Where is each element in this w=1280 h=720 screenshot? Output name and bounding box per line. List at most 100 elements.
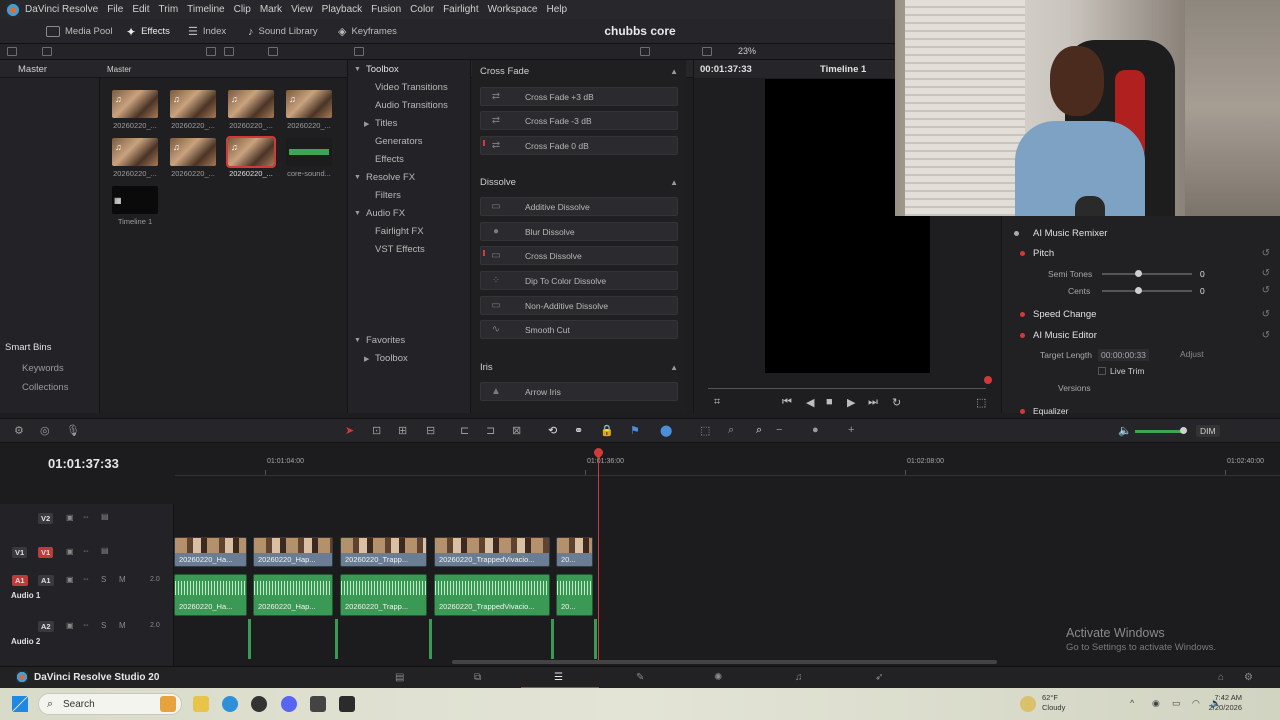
cents-knob[interactable]: [1135, 287, 1142, 294]
auto-select-icon[interactable]: ⇔: [82, 620, 90, 629]
video-clip[interactable]: 20...: [556, 537, 593, 567]
zoom-minus-icon[interactable]: −: [776, 424, 782, 436]
audio-clip[interactable]: 20260220_TrappedVivacio...: [434, 574, 550, 616]
tree-fav-toolbox[interactable]: Toolbox: [375, 353, 408, 364]
timeline-timecode[interactable]: 01:01:37:33: [48, 456, 119, 471]
lock-icon[interactable]: ▣: [66, 621, 74, 630]
tree-audio-transitions[interactable]: Audio Transitions: [375, 100, 448, 111]
settings-icon[interactable]: ⚙: [1244, 672, 1253, 683]
video-clip[interactable]: 20260220_TrappedVivacio...: [434, 537, 550, 567]
marker-icon[interactable]: ⬤: [660, 424, 672, 437]
video-clip[interactable]: 20260220_Hap...: [253, 537, 333, 567]
menu-view[interactable]: View: [291, 4, 313, 15]
link-icon[interactable]: ⚭: [574, 424, 583, 437]
media-clip-audio[interactable]: core-sound...: [285, 138, 333, 178]
deliver-page-icon[interactable]: ➶: [875, 672, 883, 683]
destination-a1[interactable]: A1: [12, 575, 28, 586]
menu-help[interactable]: Help: [546, 4, 567, 15]
tree-filters[interactable]: Filters: [375, 190, 401, 201]
audio-clip[interactable]: 20260220_Ha...: [174, 574, 247, 616]
audio-clip-a2[interactable]: [335, 619, 338, 659]
fairlight-page-icon[interactable]: ♫: [795, 672, 803, 683]
smart-bin-collections[interactable]: Collections: [0, 378, 100, 397]
reset-icon[interactable]: ↺: [1262, 268, 1270, 279]
tree-vst-effects[interactable]: VST Effects: [375, 244, 425, 255]
track-label-a2[interactable]: A2: [38, 621, 54, 632]
layout-icon[interactable]: ⚙: [14, 424, 24, 437]
effect-item[interactable]: ▭ Additive Dissolve: [480, 197, 678, 216]
destination-v1[interactable]: V1: [12, 547, 28, 558]
tree-toolbox[interactable]: Toolbox: [366, 64, 399, 75]
menu-trim[interactable]: Trim: [159, 4, 179, 15]
effect-item[interactable]: ∿ Smooth Cut: [480, 320, 678, 339]
zoom-level[interactable]: 23%: [738, 46, 756, 56]
insert-icon[interactable]: ⊏: [460, 424, 469, 437]
chevron-up-icon[interactable]: ▲: [670, 363, 678, 372]
viewer-timeline-name[interactable]: Timeline 1: [820, 64, 866, 75]
enable-dot[interactable]: [1020, 409, 1025, 414]
fullscreen-icon[interactable]: ⬚: [976, 396, 986, 409]
solo-button[interactable]: S: [101, 621, 106, 630]
effect-item[interactable]: ▭ Cross Dissolve: [480, 246, 678, 265]
chevron-right-icon[interactable]: ▶: [364, 120, 369, 128]
stop-icon[interactable]: ■: [826, 396, 833, 408]
mute-button[interactable]: M: [119, 575, 126, 584]
smart-bin-keywords[interactable]: Keywords: [0, 359, 100, 378]
safe-area-icon[interactable]: ⌗: [714, 396, 720, 409]
tray-app-icon[interactable]: ◉: [1152, 698, 1160, 709]
panel-toggle-icon[interactable]: [7, 47, 17, 56]
viewer-scrub-bar[interactable]: [708, 388, 986, 389]
davinci-taskbar-icon[interactable]: [251, 696, 267, 712]
menu-edit[interactable]: Edit: [132, 4, 149, 15]
timeline-scrollbar[interactable]: [452, 660, 997, 664]
zoom-slider-knob[interactable]: ●: [812, 424, 819, 436]
auto-select-icon[interactable]: ⇔: [82, 574, 90, 583]
auto-select-icon[interactable]: ⇔: [82, 546, 90, 555]
home-icon[interactable]: ⌂: [1218, 672, 1224, 683]
semi-tones-value[interactable]: 0: [1200, 269, 1205, 279]
zoom-plus-icon[interactable]: +: [848, 424, 854, 436]
ai-music-remixer-label[interactable]: AI Music Remixer: [1033, 228, 1107, 239]
tree-titles[interactable]: Titles: [375, 118, 397, 129]
audio-clip-a2[interactable]: [429, 619, 432, 659]
track-label-a1[interactable]: A1: [38, 575, 54, 586]
volume-knob[interactable]: [1180, 427, 1187, 434]
reset-icon[interactable]: ↺: [1262, 330, 1270, 341]
audio-clip[interactable]: 20...: [556, 574, 593, 616]
enable-dot[interactable]: [1014, 231, 1019, 236]
overwrite-icon[interactable]: ⊐: [486, 424, 495, 437]
weather-widget[interactable]: 62°F Cloudy: [1042, 693, 1065, 713]
target-length-field[interactable]: 00:00:00:33: [1098, 349, 1149, 361]
menu-color[interactable]: Color: [410, 4, 434, 15]
effects-search-icon[interactable]: [640, 47, 650, 56]
loop-icon[interactable]: ↻: [892, 396, 901, 409]
menu-fairlight[interactable]: Fairlight: [443, 4, 479, 15]
menu-timeline[interactable]: Timeline: [187, 4, 224, 15]
grid-view-icon[interactable]: [224, 47, 234, 56]
effect-item[interactable]: ⁘ Dip To Color Dissolve: [480, 271, 678, 290]
dim-button[interactable]: DIM: [1196, 425, 1220, 437]
system-clock[interactable]: 7:42 AM 2/20/2026: [1198, 693, 1242, 713]
cents-value[interactable]: 0: [1200, 286, 1205, 296]
file-explorer-icon[interactable]: [193, 696, 209, 712]
enable-dot[interactable]: [1020, 333, 1025, 338]
chevron-down-icon[interactable]: ▼: [354, 337, 361, 344]
tree-favorites[interactable]: Favorites: [366, 335, 405, 346]
tree-resolve-fx[interactable]: Resolve FX: [366, 172, 415, 183]
flag-icon[interactable]: ⚑: [630, 424, 640, 437]
media-timeline-item[interactable]: ▦ Timeline 1: [111, 186, 159, 226]
cut-page-icon[interactable]: ⧉: [474, 672, 481, 683]
zoom-fit-icon[interactable]: ⬚: [700, 424, 710, 437]
speed-change-label[interactable]: Speed Change: [1033, 309, 1096, 320]
chevron-down-icon[interactable]: ▼: [354, 174, 361, 181]
reset-icon[interactable]: ↺: [1262, 248, 1270, 259]
track-display-icon[interactable]: ▤: [101, 512, 109, 521]
tree-fairlight-fx[interactable]: Fairlight FX: [375, 226, 424, 237]
viewer-playhead[interactable]: [984, 376, 992, 384]
tree-audio-fx[interactable]: Audio FX: [366, 208, 405, 219]
track-label-v2[interactable]: V2: [38, 513, 54, 524]
discord-icon[interactable]: [281, 696, 297, 712]
chevron-up-icon[interactable]: ^: [1130, 698, 1134, 708]
effect-item[interactable]: ⇄ Cross Fade -3 dB: [480, 111, 678, 130]
enable-dot[interactable]: [1020, 251, 1025, 256]
